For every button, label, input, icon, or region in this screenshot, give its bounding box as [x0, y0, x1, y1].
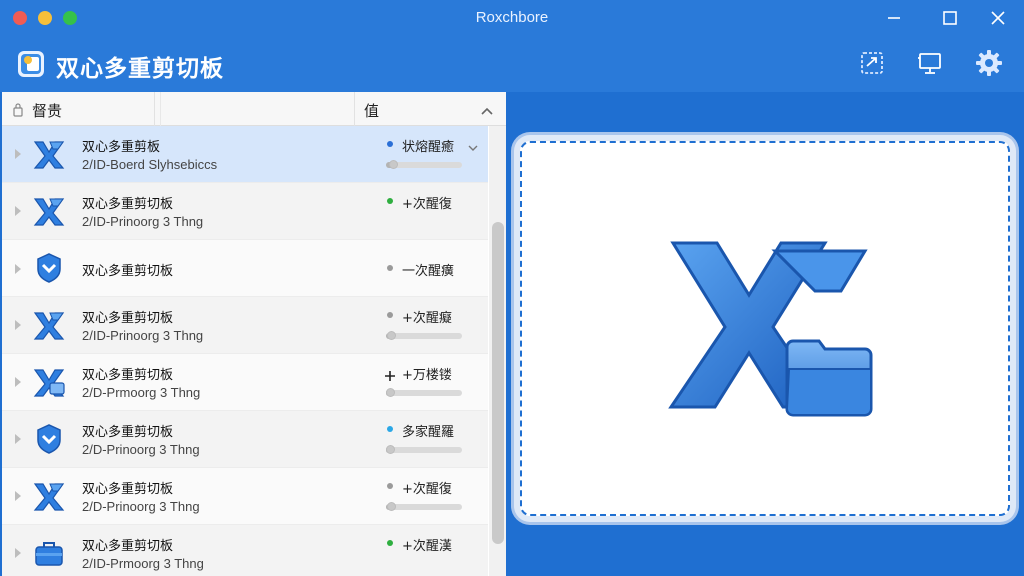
row-subtitle: 2/ID-Prinoorg 3 Thng: [82, 328, 204, 343]
list-item[interactable]: 双心多重剪板 2/ID-Boerd Slyhsebiccs 状熔醒癒: [2, 126, 488, 183]
row-progress-knob[interactable]: [388, 160, 398, 169]
row-subtitle: 2/D-Prmoorg 3 Thng: [82, 385, 201, 400]
xx-folder-icon: [32, 365, 66, 399]
monitor-icon[interactable]: [915, 48, 945, 78]
paste-action-icon[interactable]: [857, 48, 887, 78]
expand-arrow-icon[interactable]: [13, 431, 23, 445]
row-progress-bar: [386, 333, 462, 339]
list-item[interactable]: 双心多重剪切板 一次醒癀: [2, 240, 488, 297]
chevron-down-icon[interactable]: [467, 138, 479, 151]
column-name-header[interactable]: 督贵: [32, 100, 62, 121]
row-status: +次醒漢: [402, 539, 452, 554]
column-divider: [160, 92, 161, 126]
column-divider[interactable]: [354, 92, 355, 126]
xx-logo-icon: [32, 308, 66, 342]
status-dot: [387, 141, 393, 147]
clipboard-list: 双心多重剪板 2/ID-Boerd Slyhsebiccs 状熔醒癒双心多重剪切板 2…: [2, 126, 488, 576]
close-icon[interactable]: [985, 6, 1011, 30]
row-progress-knob[interactable]: [385, 388, 395, 397]
app-header: 双心多重剪切板: [0, 36, 1024, 92]
title-bar: Roxchbore: [0, 0, 1024, 36]
row-title: 双心多重剪切板: [82, 311, 174, 326]
row-subtitle: 2/ID-Prmoorg 3 Thng: [82, 556, 204, 571]
column-divider: [154, 92, 155, 126]
xx-logo-icon: [32, 137, 66, 171]
list-item[interactable]: 双心多重剪切板 2/D-Prinoorg 3 Thng +次醒復: [2, 468, 488, 525]
status-dot: [387, 483, 393, 489]
row-progress-bar: [386, 390, 462, 396]
row-title: 双心多重剪切板: [82, 197, 174, 212]
expand-arrow-icon[interactable]: [13, 261, 23, 275]
row-status: +次醒復: [402, 197, 452, 212]
row-status: 状熔醒癒: [402, 140, 455, 155]
row-subtitle: 2/ID-Prinoorg 3 Thng: [82, 214, 204, 229]
expand-arrow-icon[interactable]: [13, 545, 23, 559]
row-title: 双心多重剪板: [82, 140, 161, 155]
shield-logo-icon: [32, 422, 66, 456]
row-title: 双心多重剪切板: [82, 539, 174, 554]
status-dot: [387, 198, 393, 204]
briefcase-icon: [32, 536, 66, 570]
gear-icon[interactable]: [974, 48, 1004, 78]
status-dot: [387, 426, 393, 432]
list-item[interactable]: 双心多重剪切板 2/ID-Prinoorg 3 Thng +次醒復: [2, 183, 488, 240]
expand-arrow-icon[interactable]: [13, 374, 23, 388]
expand-arrow-icon[interactable]: [13, 146, 23, 160]
maximize-icon[interactable]: [937, 6, 963, 30]
expand-arrow-icon[interactable]: [13, 488, 23, 502]
row-progress-bar: [386, 447, 462, 453]
row-status: 一次醒癀: [402, 264, 455, 279]
row-subtitle: 2/ID-Boerd Slyhsebiccs: [82, 157, 218, 172]
list-item[interactable]: 双心多重剪切板 2/D-Prinoorg 3 Thng 多家醒羅: [2, 411, 488, 468]
status-dot: [387, 540, 393, 546]
row-subtitle: 2/D-Prinoorg 3 Thng: [82, 499, 200, 514]
status-dot: [387, 265, 393, 271]
list-item[interactable]: 双心多重剪切板 2/D-Prmoorg 3 Thng +万楼镂: [2, 354, 488, 411]
status-dot: [387, 312, 393, 318]
clipboard-logo-icon: [16, 48, 48, 80]
xx-folder-logo-icon: [665, 231, 875, 421]
chevron-up-icon[interactable]: [480, 102, 494, 115]
list-item[interactable]: 双心多重剪切板 2/ID-Prinoorg 3 Thng +次醒癡: [2, 297, 488, 354]
expand-arrow-icon[interactable]: [13, 317, 23, 331]
row-progress-knob[interactable]: [387, 502, 397, 511]
row-title: 双心多重剪切板: [82, 264, 174, 279]
xx-logo-icon: [32, 479, 66, 513]
lock-icon: [13, 102, 23, 117]
column-value-header[interactable]: 值: [364, 100, 379, 121]
list-item[interactable]: 双心多重剪切板 2/ID-Prmoorg 3 Thng +次醒漢: [2, 525, 488, 576]
column-header: 督贵 值: [2, 92, 506, 126]
row-title: 双心多重剪切板: [82, 368, 174, 383]
scrollbar-thumb[interactable]: [492, 222, 504, 544]
row-subtitle: 2/D-Prinoorg 3 Thng: [82, 442, 200, 457]
row-progress-knob[interactable]: [387, 331, 397, 340]
plus-icon: [385, 366, 395, 381]
clipboard-list-panel: 督贵 值 双心多重剪板 2/ID-Boerd Slyhsebiccs 状熔醒癒 双心多…: [2, 92, 506, 576]
row-status: +万楼镂: [402, 368, 452, 383]
minimize-icon[interactable]: [881, 6, 907, 30]
preview-card: [520, 141, 1010, 516]
row-progress-bar: [386, 504, 462, 510]
row-title: 双心多重剪切板: [82, 425, 174, 440]
xx-logo-icon: [32, 194, 66, 228]
app-title: 双心多重剪切板: [56, 56, 224, 82]
row-status: +次醒癡: [402, 311, 452, 326]
row-title: 双心多重剪切板: [82, 482, 174, 497]
shield-logo-icon: [32, 251, 66, 285]
row-status: 多家醒羅: [402, 425, 455, 440]
row-status: +次醒復: [402, 482, 452, 497]
expand-arrow-icon[interactable]: [13, 203, 23, 217]
window-title: Roxchbore: [475, 9, 549, 26]
